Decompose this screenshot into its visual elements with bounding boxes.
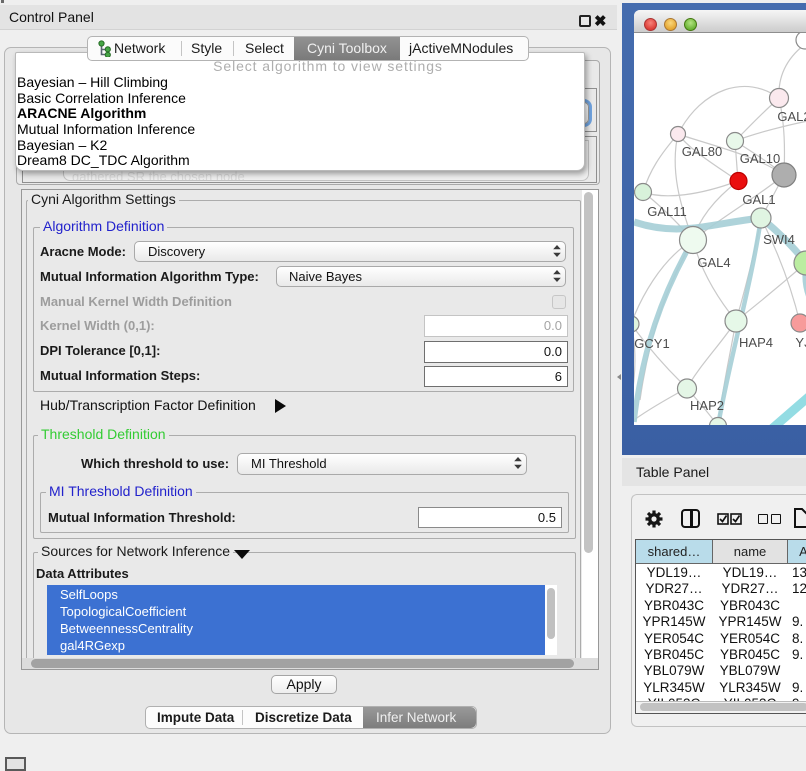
svg-text:GAL11: GAL11 — [647, 204, 687, 219]
svg-text:GCY1: GCY1 — [634, 336, 669, 351]
svg-text:GAL4: GAL4 — [697, 255, 730, 270]
svg-text:GAL10: GAL10 — [740, 151, 780, 166]
svg-text:GAL1: GAL1 — [742, 192, 775, 207]
svg-text:GAL2: GAL2 — [777, 109, 806, 124]
svg-text:HAP4: HAP4 — [739, 335, 773, 350]
svg-text:SWI4: SWI4 — [763, 232, 795, 247]
svg-text:YJ: YJ — [795, 335, 806, 350]
svg-text:HAP2: HAP2 — [690, 398, 724, 413]
svg-text:GAL80: GAL80 — [682, 144, 722, 159]
